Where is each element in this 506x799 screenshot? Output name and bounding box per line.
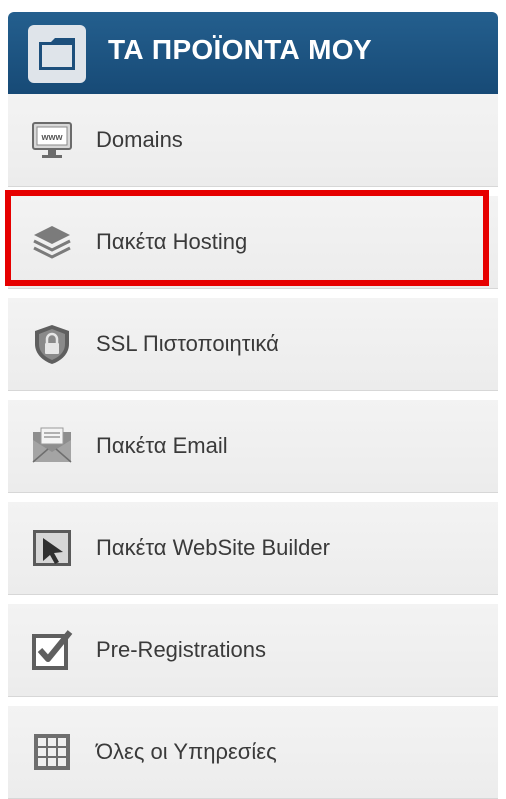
menu-item-pre-registrations[interactable]: Pre-Registrations	[8, 604, 498, 697]
envelope-icon	[30, 424, 74, 468]
folder-icon	[28, 25, 86, 83]
menu-item-email[interactable]: Πακέτα Email	[8, 400, 498, 493]
panel-header: ΤΑ ΠΡΟΪΟΝΤΑ ΜΟΥ	[8, 12, 498, 94]
menu-item-label: SSL Πιστοποιητικά	[96, 331, 279, 356]
menu-item-label: Πακέτα WebSite Builder	[96, 535, 330, 560]
menu-item-domains[interactable]: www Domains	[8, 94, 498, 187]
shield-lock-icon	[30, 322, 74, 366]
highlight-box	[5, 190, 489, 286]
menu-item-ssl[interactable]: SSL Πιστοποιητικά	[8, 298, 498, 391]
cursor-icon	[30, 526, 74, 570]
menu-item-label: Όλες οι Υπηρεσίες	[96, 739, 277, 764]
svg-text:www: www	[40, 132, 63, 142]
my-products-panel: ΤΑ ΠΡΟΪΟΝΤΑ ΜΟΥ www Domains Πακέτα Hosti…	[8, 12, 498, 799]
menu-item-label: Domains	[96, 127, 183, 152]
menu-item-website-builder[interactable]: Πακέτα WebSite Builder	[8, 502, 498, 595]
menu-item-label: Πακέτα Email	[96, 433, 228, 458]
grid-icon	[30, 730, 74, 774]
menu-item-label: Pre-Registrations	[96, 637, 266, 662]
menu-item-all-services[interactable]: Όλες οι Υπηρεσίες	[8, 706, 498, 799]
www-monitor-icon: www	[30, 118, 74, 162]
checkbox-icon	[30, 628, 74, 672]
panel-title: ΤΑ ΠΡΟΪΟΝΤΑ ΜΟΥ	[108, 34, 373, 65]
